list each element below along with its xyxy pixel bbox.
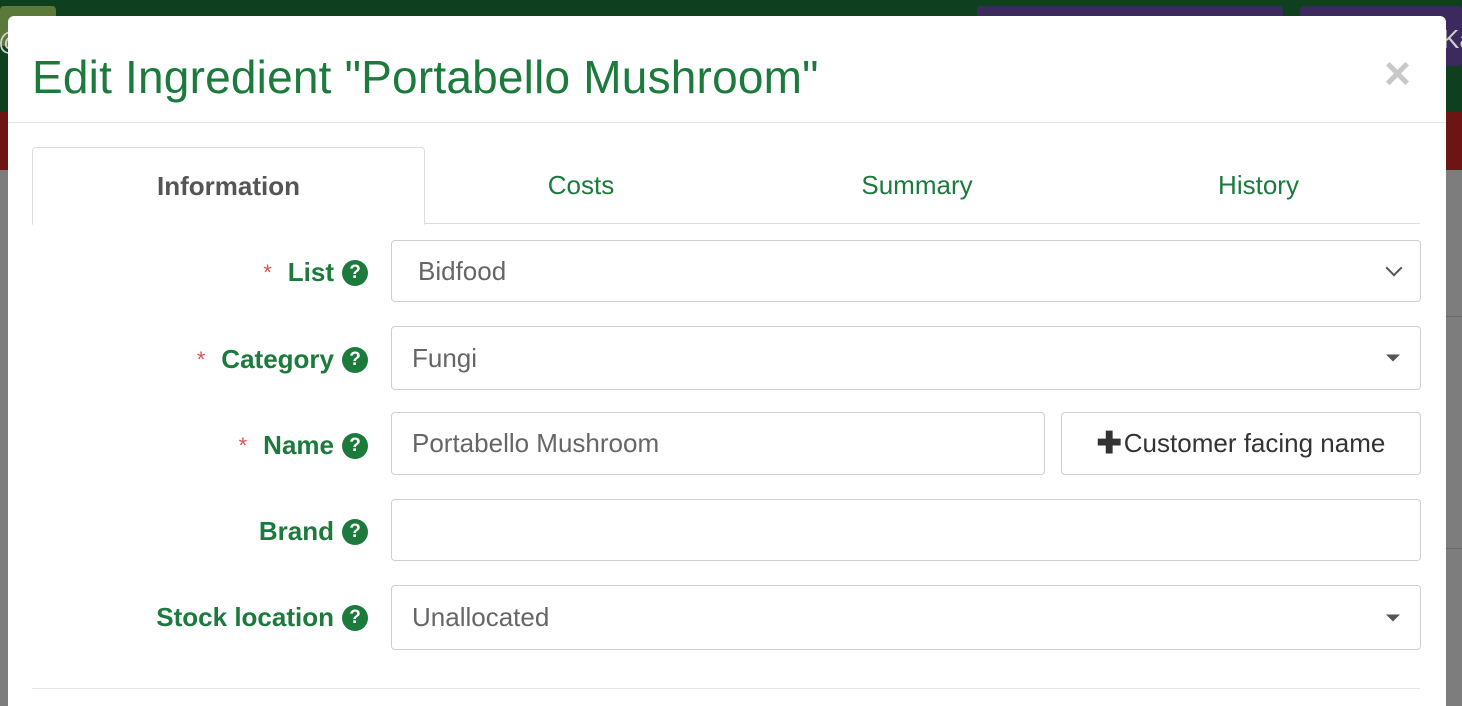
category-label-group: * Category ? — [197, 344, 368, 375]
name-input[interactable] — [412, 428, 1044, 459]
chevron-down-icon — [1385, 259, 1403, 277]
category-row: * Category ? Fungi — [32, 326, 1421, 390]
required-marker: * — [263, 259, 272, 285]
tab-information[interactable]: Information — [32, 147, 425, 225]
stock-location-select[interactable]: Unallocated — [391, 585, 1421, 650]
customer-facing-name-button[interactable]: ✚ Customer facing name — [1061, 412, 1421, 475]
stock-location-row: Stock location ? Unallocated — [32, 585, 1421, 650]
caret-down-icon — [1386, 354, 1400, 362]
list-select[interactable]: Bidfood — [391, 240, 1421, 302]
list-row: * List ? Bidfood — [32, 240, 1421, 302]
help-icon[interactable]: ? — [342, 346, 368, 373]
category-label: Category — [221, 344, 334, 374]
list-label: List — [287, 257, 334, 287]
customer-facing-name-label: Customer facing name — [1123, 428, 1386, 458]
category-select[interactable]: Fungi — [391, 326, 1421, 390]
help-icon[interactable]: ? — [342, 432, 368, 459]
required-marker: * — [238, 432, 248, 458]
caret-down-icon — [1386, 614, 1400, 621]
tab-bar: Information Costs Summary History — [32, 147, 1420, 225]
tab-summary[interactable]: Summary — [737, 147, 1097, 224]
modal-header: Edit Ingredient "Portabello Mushroom" × — [8, 16, 1446, 123]
name-label-group: * Name ? — [239, 430, 368, 461]
name-row: * Name ? ✚ Customer facing name — [32, 412, 1421, 475]
category-select-value: Fungi — [412, 342, 478, 373]
modal-footer-divider — [32, 688, 1420, 689]
tab-history[interactable]: History — [1097, 147, 1420, 224]
modal-title: Edit Ingredient "Portabello Mushroom" — [32, 51, 819, 103]
name-input-wrapper — [391, 412, 1045, 475]
background-divider — [1446, 548, 1462, 549]
brand-label-group: Brand ? — [259, 516, 368, 547]
help-icon[interactable]: ? — [342, 604, 368, 631]
stock-location-value: Unallocated — [412, 602, 550, 632]
brand-input-wrapper — [391, 499, 1421, 561]
help-icon[interactable]: ? — [342, 259, 368, 286]
stock-location-label-group: Stock location ? — [156, 602, 368, 633]
name-label: Name — [263, 430, 334, 460]
help-icon[interactable]: ? — [342, 518, 368, 545]
list-select-value: Bidfood — [418, 255, 507, 286]
brand-input[interactable] — [412, 514, 1420, 546]
tab-costs[interactable]: Costs — [425, 147, 737, 224]
list-label-group: * List ? — [263, 257, 368, 288]
plus-icon: ✚ — [1096, 427, 1122, 460]
brand-label: Brand — [258, 516, 334, 546]
stock-location-label: Stock location — [156, 602, 334, 632]
edit-ingredient-modal: Edit Ingredient "Portabello Mushroom" × … — [8, 16, 1446, 706]
brand-row: Brand ? — [32, 499, 1421, 561]
background-divider — [1446, 316, 1462, 317]
required-marker: * — [196, 346, 206, 372]
close-icon[interactable]: × — [1384, 50, 1411, 96]
